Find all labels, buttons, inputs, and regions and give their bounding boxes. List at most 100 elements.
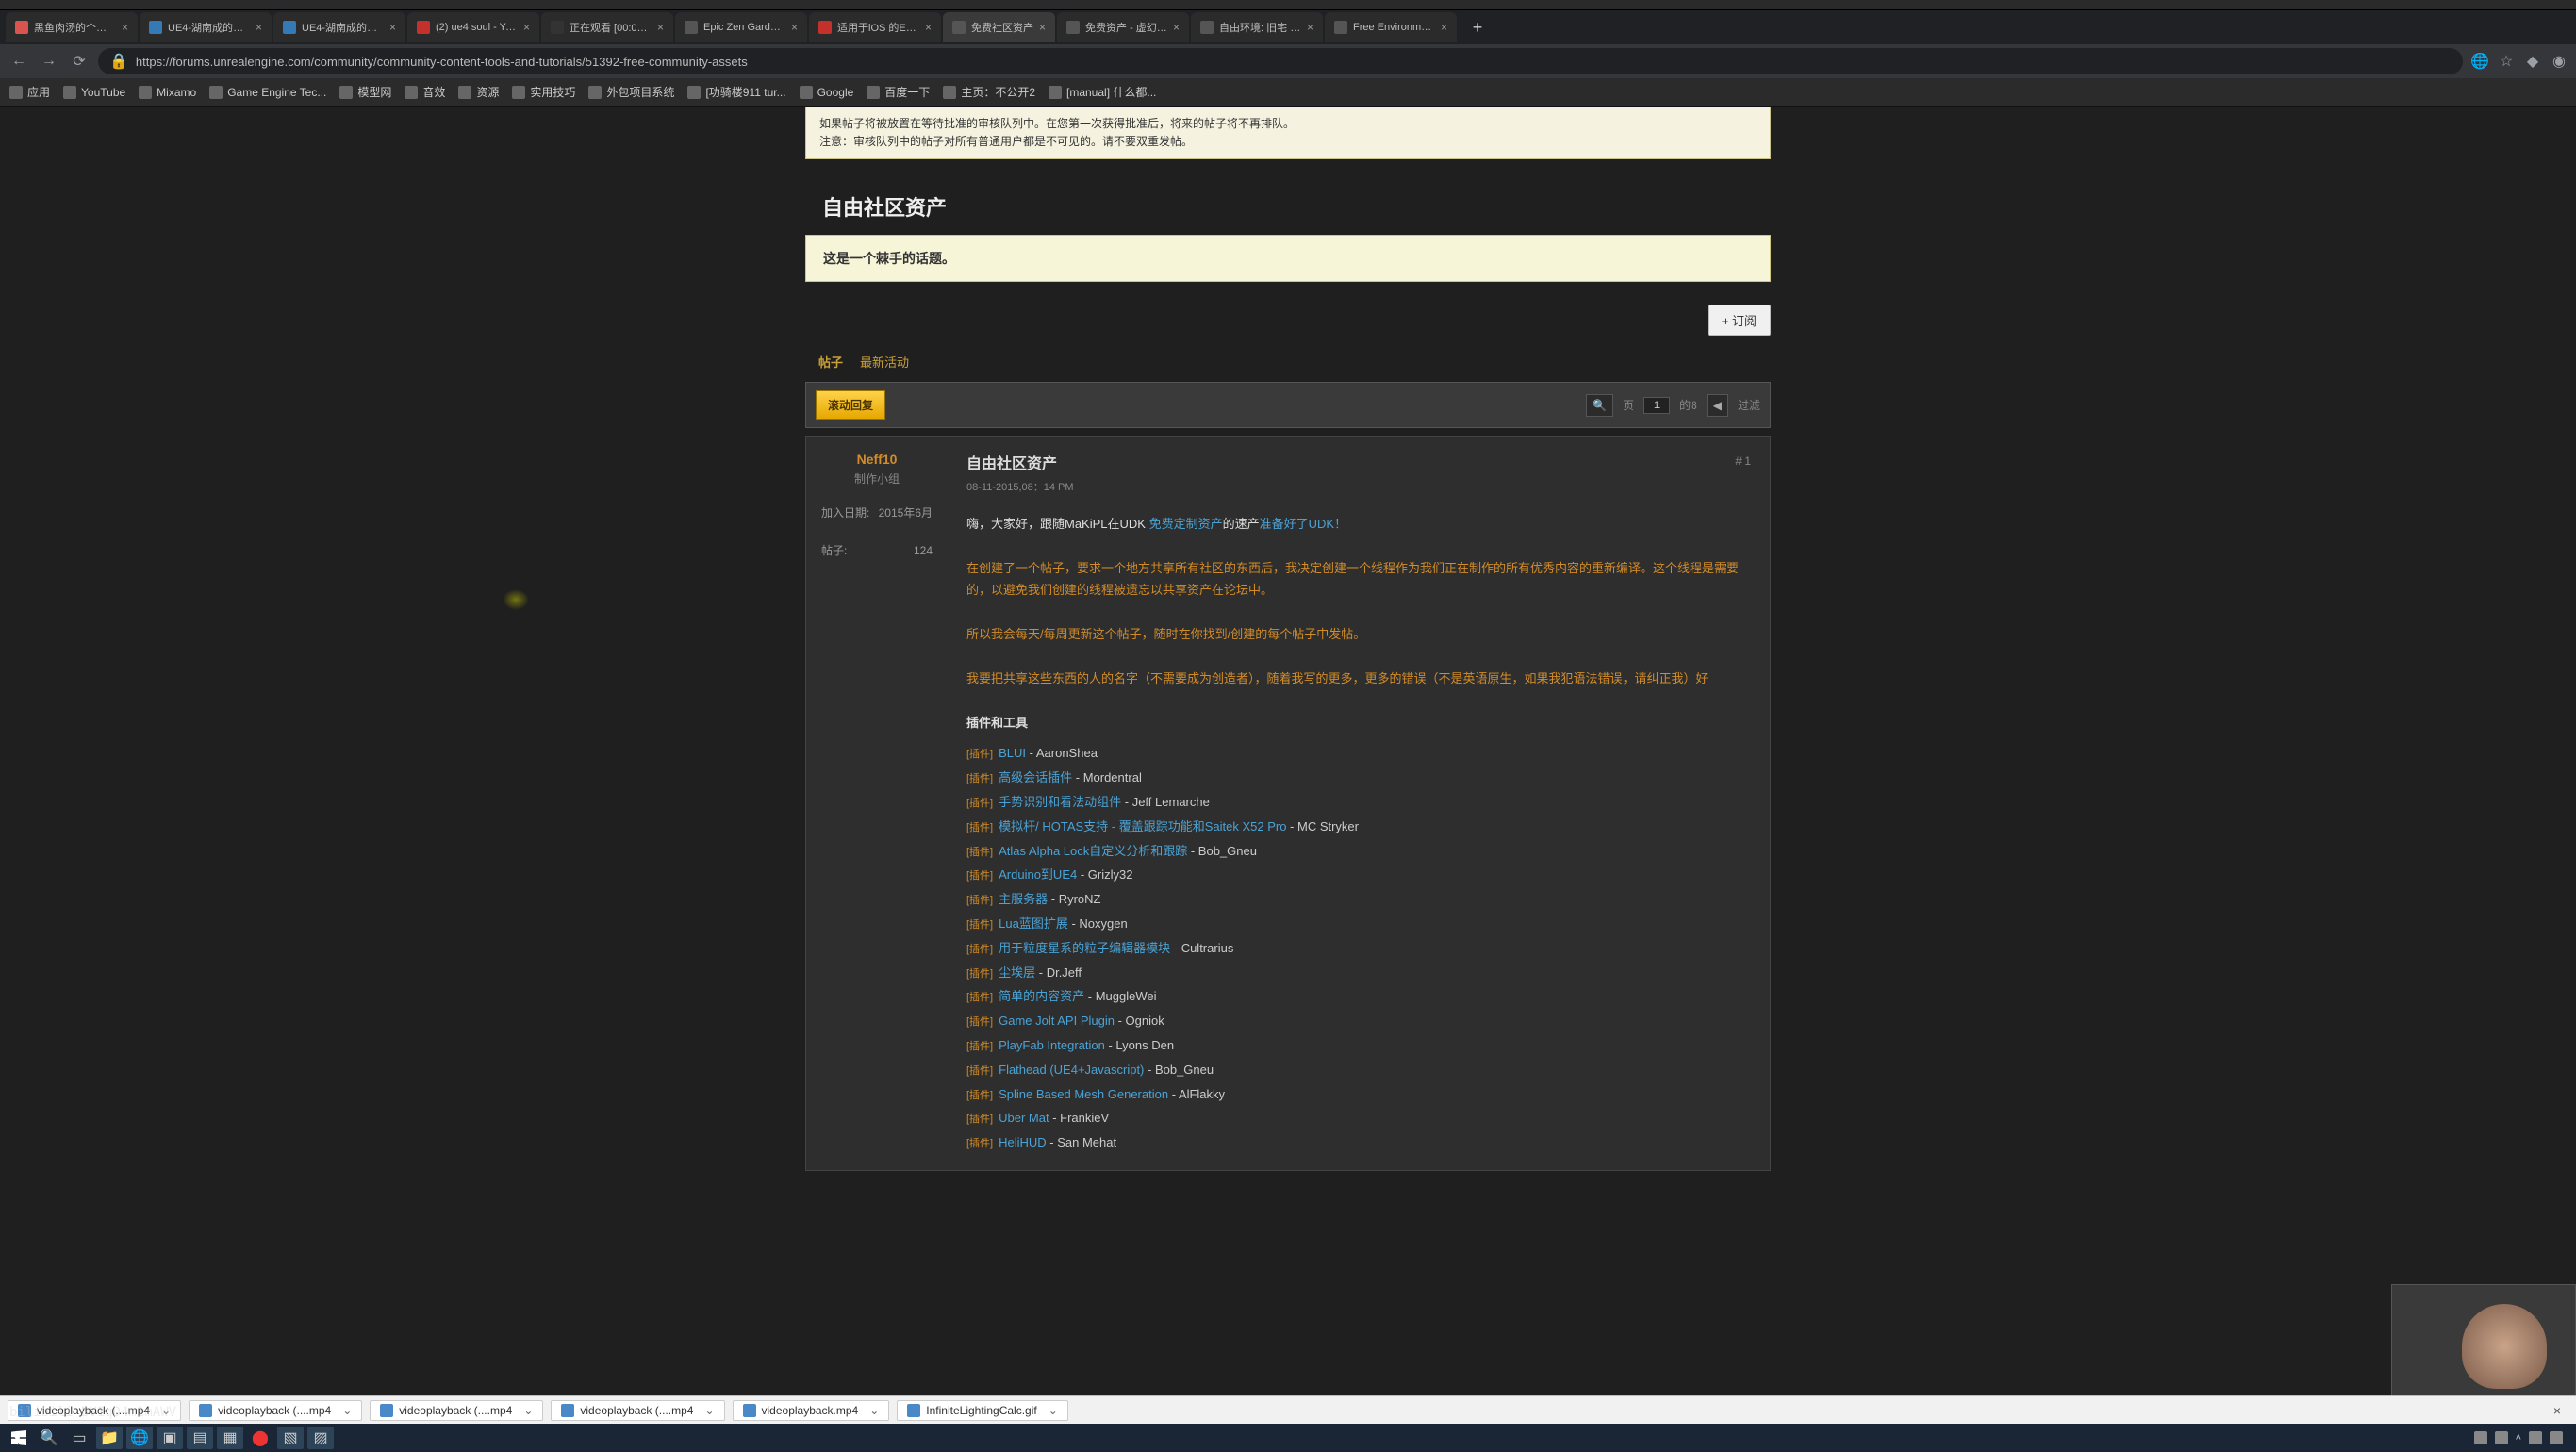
app-icon-3[interactable]: ▦ (217, 1427, 243, 1449)
filter-label[interactable]: 过滤 (1738, 397, 1760, 413)
start-button[interactable] (6, 1427, 32, 1449)
browser-tab[interactable]: (2) ue4 soul - YouTube× (407, 12, 539, 42)
close-icon[interactable]: × (389, 21, 396, 34)
post-number[interactable]: # 1 (1735, 452, 1751, 479)
browser-tab[interactable]: 黑鱼肉汤的个人空间 - B× (6, 12, 138, 42)
browser-tab[interactable]: 适用于iOS 的Epic Zen G× (809, 12, 941, 42)
explorer-icon[interactable]: 📁 (96, 1427, 123, 1449)
prev-page-icon[interactable]: ◀ (1707, 394, 1728, 417)
extension-icon[interactable]: ◆ (2523, 52, 2542, 71)
plugin-link[interactable]: Game Jolt API Plugin (999, 1014, 1115, 1028)
close-icon[interactable]: × (523, 21, 530, 34)
plugin-link[interactable]: Arduino到UE4 (999, 867, 1077, 882)
close-icon[interactable]: × (791, 21, 798, 34)
back-button[interactable]: ← (8, 50, 30, 73)
star-icon[interactable]: ☆ (2497, 52, 2516, 71)
browser-tab[interactable]: 免费资产 - 虚幻引擎论× (1057, 12, 1189, 42)
address-bar[interactable]: 🔒 (98, 48, 2463, 74)
download-item[interactable]: videoplayback (....mp4⌄ (189, 1400, 362, 1421)
bookmark-item[interactable]: 资源 (458, 84, 499, 100)
close-icon[interactable]: × (122, 21, 128, 34)
plugin-link[interactable]: HeliHUD (999, 1135, 1047, 1149)
bookmark-item[interactable]: 模型网 (339, 84, 391, 100)
chrome-icon[interactable]: 🌐 (126, 1427, 153, 1449)
tray-icon[interactable] (2474, 1431, 2487, 1444)
bookmark-item[interactable]: 百度一下 (867, 84, 930, 100)
plugin-link[interactable]: Lua蓝图扩展 (999, 916, 1068, 931)
plugin-link[interactable]: 尘埃层 (999, 965, 1035, 980)
plugin-link[interactable]: 模拟杆/ HOTAS支持 - 覆盖跟踪功能和Saitek X52 Pro (999, 819, 1286, 833)
tab-posts[interactable]: 帖子 (818, 349, 843, 374)
plugin-link[interactable]: 高级会话插件 (999, 770, 1072, 784)
chevron-down-icon[interactable]: ⌄ (869, 1404, 879, 1417)
bookmark-item[interactable]: [功骑楼911 tur... (687, 84, 785, 100)
bookmark-item[interactable]: 外包项目系统 (588, 84, 674, 100)
chevron-up-icon[interactable]: ˄ (2516, 1432, 2521, 1444)
chevron-down-icon[interactable]: ⌄ (342, 1404, 352, 1417)
bookmark-item[interactable]: Mixamo (139, 86, 196, 99)
search-icon[interactable]: 🔍 (1586, 394, 1613, 417)
record-icon[interactable]: ⬤ (247, 1427, 273, 1449)
plugin-link[interactable]: Flathead (UE4+Javascript) (999, 1063, 1144, 1077)
plugin-link[interactable]: Spline Based Mesh Generation (999, 1087, 1168, 1101)
system-tray[interactable]: ˄ (2474, 1431, 2570, 1444)
plugin-link[interactable]: Atlas Alpha Lock自定义分析和跟踪 (999, 844, 1187, 858)
browser-tab[interactable]: Epic Zen Garden for × (675, 12, 807, 42)
bookmark-item[interactable]: Google (800, 86, 854, 99)
close-icon[interactable]: × (925, 21, 932, 34)
download-item[interactable]: videoplayback.mp4⌄ (733, 1400, 890, 1421)
app-icon-5[interactable]: ▨ (307, 1427, 334, 1449)
reload-button[interactable]: ⟳ (68, 50, 91, 73)
download-item[interactable]: InfiniteLightingCalc.gif⌄ (897, 1400, 1067, 1421)
bookmark-item[interactable]: 主页：不公开2 (943, 84, 1035, 100)
bookmark-item[interactable]: Game Engine Tec... (209, 86, 326, 99)
forward-button[interactable]: → (38, 50, 60, 73)
browser-tab[interactable]: 免费社区资产× (943, 12, 1055, 42)
plugin-link[interactable]: Uber Mat (999, 1111, 1049, 1125)
app-icon-4[interactable]: ▧ (277, 1427, 304, 1449)
app-icon-2[interactable]: ▤ (187, 1427, 213, 1449)
url-input[interactable] (136, 55, 2452, 69)
close-shelf-button[interactable]: × (2546, 1403, 2568, 1418)
browser-tab[interactable]: UE4-湖南成的个人空间× (273, 12, 405, 42)
close-icon[interactable]: × (1441, 21, 1447, 34)
tab-latest[interactable]: 最新活动 (860, 349, 909, 374)
subscribe-button[interactable]: + 订阅 (1708, 305, 1771, 336)
bookmark-item[interactable]: 音效 (405, 84, 445, 100)
post-username[interactable]: Neff10 (816, 452, 938, 467)
new-tab-button[interactable]: + (1464, 14, 1491, 41)
link-udk[interactable]: 准备好了UDK！ (1260, 517, 1346, 531)
network-icon[interactable] (2550, 1431, 2563, 1444)
taskview-button[interactable]: ▭ (66, 1427, 92, 1449)
browser-tab[interactable]: 正在观看 [00:01:03]× (541, 12, 673, 42)
plugin-link[interactable]: 手势识别和看法动组件 (999, 795, 1121, 809)
close-icon[interactable]: × (1307, 21, 1313, 34)
bookmark-item[interactable]: 实用技巧 (512, 84, 575, 100)
profile-icon[interactable]: ◉ (2550, 52, 2568, 71)
download-item[interactable]: videoplayback (....mp4⌄ (370, 1400, 543, 1421)
search-button[interactable]: 🔍 (36, 1427, 62, 1449)
close-icon[interactable]: × (256, 21, 262, 34)
plugin-link[interactable]: 主服务器 (999, 892, 1048, 906)
chevron-down-icon[interactable]: ⌄ (704, 1404, 714, 1417)
close-icon[interactable]: × (657, 21, 664, 34)
browser-tab[interactable]: Free Environment: MUSH× (1325, 12, 1457, 42)
bookmark-item[interactable]: YouTube (63, 86, 125, 99)
plugin-link[interactable]: BLUI (999, 746, 1026, 760)
volume-icon[interactable] (2529, 1431, 2542, 1444)
chevron-down-icon[interactable]: ⌄ (523, 1404, 533, 1417)
close-icon[interactable]: × (1173, 21, 1180, 34)
plugin-link[interactable]: PlayFab Integration (999, 1038, 1105, 1052)
tray-icon[interactable] (2495, 1431, 2508, 1444)
scroll-reply-button[interactable]: 滚动回复 (816, 390, 885, 420)
bookmark-item[interactable]: [manual] 什么都... (1049, 84, 1156, 100)
translate-icon[interactable]: 🌐 (2470, 52, 2489, 71)
plugin-link[interactable]: 用于粒度星系的粒子编辑器模块 (999, 941, 1170, 955)
page-input[interactable] (1643, 397, 1670, 414)
app-icon-1[interactable]: ▣ (157, 1427, 183, 1449)
link-free-assets[interactable]: 免费定制资产 (1149, 517, 1223, 531)
chevron-down-icon[interactable]: ⌄ (1049, 1404, 1058, 1417)
browser-tab[interactable]: 自由环境: 旧宅 - 虚幻引× (1191, 12, 1323, 42)
download-item[interactable]: videoplayback (....mp4⌄ (551, 1400, 724, 1421)
browser-tab[interactable]: UE4-湖南成的个人空间 × (140, 12, 272, 42)
